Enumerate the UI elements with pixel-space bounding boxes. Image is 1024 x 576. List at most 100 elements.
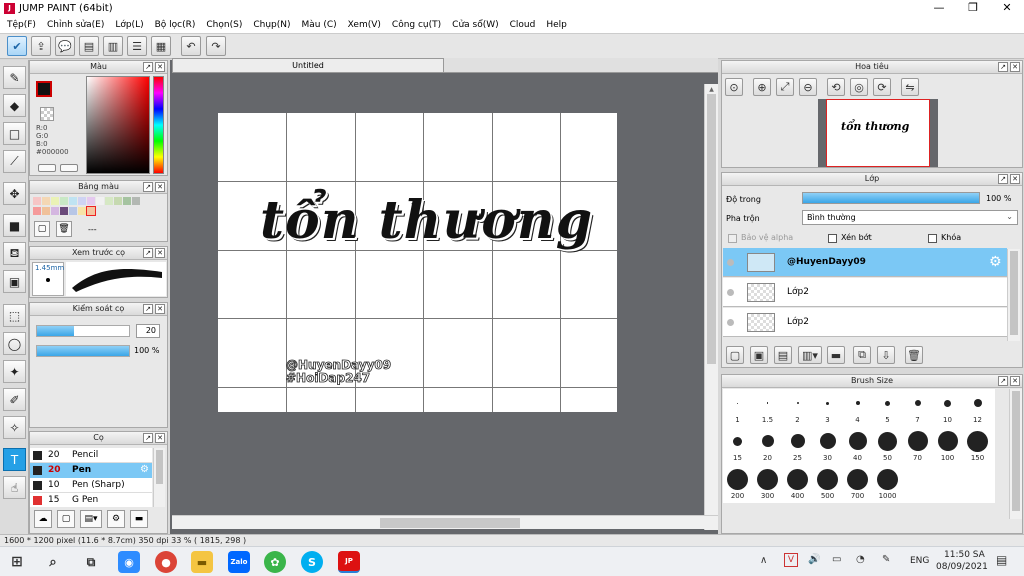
navigator-preview[interactable]: tổn thương bbox=[818, 99, 938, 167]
brush-size-cell[interactable]: 1 bbox=[723, 389, 752, 426]
brush-size-cell[interactable]: 300 bbox=[753, 465, 782, 502]
layer-opacity-slider[interactable] bbox=[802, 192, 980, 204]
clip-checkbox[interactable] bbox=[828, 234, 837, 243]
palette-swatch[interactable] bbox=[69, 197, 77, 205]
fill-rect-tool-icon[interactable]: ■ bbox=[3, 214, 26, 237]
brush-opacity-slider[interactable] bbox=[36, 345, 130, 357]
menu-tools[interactable]: Công cụ(T) bbox=[387, 20, 447, 30]
menu-filter[interactable]: Bộ lọc(R) bbox=[150, 20, 202, 30]
brush-size-cell[interactable]: 30 bbox=[813, 427, 842, 464]
brush-size-scrollbar[interactable] bbox=[1009, 389, 1022, 519]
close-icon[interactable]: ✕ bbox=[1010, 376, 1020, 386]
vivaldi-tray-icon[interactable]: V bbox=[784, 553, 798, 567]
float-icon[interactable]: ↗ bbox=[998, 376, 1008, 386]
zalo-icon[interactable]: Zalo bbox=[228, 551, 250, 573]
brush-size-cell[interactable]: 1.5 bbox=[753, 389, 782, 426]
search-icon[interactable]: ⌕ bbox=[42, 551, 64, 573]
scrollbar-thumb[interactable] bbox=[707, 94, 716, 364]
layer-type-dropdown-icon[interactable]: ▥▾ bbox=[798, 346, 822, 364]
volume-icon[interactable]: 🔊 bbox=[808, 554, 820, 565]
canvas-horizontal-scrollbar[interactable] bbox=[172, 515, 718, 529]
brush-size-cell[interactable]: 15 bbox=[723, 427, 752, 464]
layer-row[interactable]: @HuyenDayy09 ⚙ bbox=[723, 248, 1007, 277]
wifi-icon[interactable]: ◔ bbox=[856, 554, 865, 565]
layer-list-scrollbar[interactable] bbox=[1007, 249, 1020, 341]
gear-icon[interactable]: ⚙ bbox=[140, 464, 149, 475]
palette-swatch[interactable] bbox=[78, 197, 86, 205]
gradient-tool-icon[interactable]: ▣ bbox=[3, 270, 26, 293]
menu-edit[interactable]: Chỉnh sửa(E) bbox=[42, 20, 110, 30]
saturation-value-picker[interactable] bbox=[86, 76, 150, 174]
zoom-out-icon[interactable]: ⊖ bbox=[799, 78, 817, 96]
brush-item-pen-sharp[interactable]: 10 Pen (Sharp) bbox=[30, 478, 152, 493]
menu-layer[interactable]: Lớp(L) bbox=[110, 20, 149, 30]
eye-icon[interactable] bbox=[727, 319, 734, 326]
zoom-fit-icon[interactable]: ⊙ bbox=[725, 78, 743, 96]
brush-size-cell[interactable]: 2 bbox=[783, 389, 812, 426]
scrollbar-thumb[interactable] bbox=[380, 518, 520, 528]
cloud-download-icon[interactable]: ☁ bbox=[34, 510, 52, 528]
blend-mode-select[interactable]: Bình thường ⌄ bbox=[802, 210, 1018, 225]
hand-tool-icon[interactable]: ☝ bbox=[3, 476, 26, 499]
skype-icon[interactable]: S bbox=[301, 551, 323, 573]
palette-swatch[interactable] bbox=[78, 207, 86, 215]
redo-icon[interactable]: ↷ bbox=[206, 36, 226, 56]
brush-size-cell[interactable]: 20 bbox=[753, 427, 782, 464]
palette-swatch[interactable] bbox=[33, 207, 41, 215]
color-history-button[interactable] bbox=[60, 164, 78, 172]
brush-size-cell[interactable]: 25 bbox=[783, 427, 812, 464]
brush-size-cell[interactable]: 400 bbox=[783, 465, 812, 502]
trash-icon[interactable]: 🗑 bbox=[905, 346, 923, 364]
zoom-app-icon[interactable]: ◉ bbox=[118, 551, 140, 573]
brush-size-cell[interactable]: 3 bbox=[813, 389, 842, 426]
gear-icon[interactable]: ⚙ bbox=[989, 254, 1002, 270]
palette-swatch[interactable] bbox=[123, 197, 131, 205]
select-eraser-tool-icon[interactable]: ✧ bbox=[3, 416, 26, 439]
brush-size-cell[interactable]: 5 bbox=[873, 389, 902, 426]
float-icon[interactable]: ↗ bbox=[143, 182, 153, 192]
document-icon[interactable]: ▥ bbox=[103, 36, 123, 56]
move-tool-icon[interactable]: ✥ bbox=[3, 182, 26, 205]
menu-window[interactable]: Cửa sổ(W) bbox=[447, 20, 504, 30]
palette-swatch[interactable] bbox=[96, 197, 104, 205]
zoom-in-icon[interactable]: ⊕ bbox=[753, 78, 771, 96]
float-icon[interactable]: ↗ bbox=[143, 304, 153, 314]
brush-size-cell[interactable]: 1000 bbox=[873, 465, 902, 502]
scrollbar-thumb[interactable] bbox=[1012, 391, 1020, 511]
close-icon[interactable]: ✕ bbox=[155, 248, 165, 258]
brush-size-cell[interactable]: 100 bbox=[933, 427, 962, 464]
brush-tool-icon[interactable]: ✎ bbox=[3, 66, 26, 89]
line-tool-icon[interactable]: ⟋ bbox=[3, 150, 26, 173]
trash-icon[interactable]: 🗑 bbox=[56, 221, 72, 237]
rotate-reset-icon[interactable]: ◎ bbox=[850, 78, 868, 96]
close-icon[interactable]: ✕ bbox=[155, 62, 165, 72]
palette-swatch[interactable] bbox=[33, 197, 41, 205]
scroll-up-icon[interactable]: ▲ bbox=[707, 86, 716, 93]
brush-size-input[interactable]: 20 bbox=[136, 324, 160, 338]
palette-swatch[interactable] bbox=[42, 207, 50, 215]
brush-size-cell[interactable]: 7 bbox=[903, 389, 932, 426]
flip-icon[interactable]: ⇋ bbox=[901, 78, 919, 96]
brush-size-cell[interactable]: 12 bbox=[963, 389, 992, 426]
brush-size-cell[interactable]: 500 bbox=[813, 465, 842, 502]
float-icon[interactable]: ↗ bbox=[143, 433, 153, 443]
menu-file[interactable]: Tệp(F) bbox=[2, 20, 42, 30]
pen-workspace-icon[interactable]: ✎ bbox=[882, 554, 890, 565]
speech-bubble-icon[interactable]: 💬 bbox=[55, 36, 75, 56]
new-brush-icon[interactable]: ▢ bbox=[57, 510, 75, 528]
clock-time[interactable]: 11:50 SA bbox=[944, 550, 985, 560]
document-tab[interactable]: Untitled bbox=[172, 58, 444, 73]
float-icon[interactable]: ↗ bbox=[143, 248, 153, 258]
select-pen-tool-icon[interactable]: ✐ bbox=[3, 388, 26, 411]
brush-size-cell[interactable]: 50 bbox=[873, 427, 902, 464]
menu-cloud[interactable]: Cloud bbox=[505, 20, 542, 30]
comment-icon[interactable]: ▤ bbox=[79, 36, 99, 56]
hue-slider[interactable] bbox=[153, 76, 164, 174]
brush-item-g-pen[interactable]: 15 G Pen bbox=[30, 493, 152, 507]
rectangle-tool-icon[interactable]: □ bbox=[3, 122, 26, 145]
scrollbar-thumb[interactable] bbox=[1010, 251, 1018, 335]
brush-list-scrollbar[interactable] bbox=[153, 448, 165, 507]
list-icon[interactable]: ☰ bbox=[127, 36, 147, 56]
transparent-swatch[interactable] bbox=[40, 107, 54, 121]
palette-swatch[interactable] bbox=[60, 197, 68, 205]
